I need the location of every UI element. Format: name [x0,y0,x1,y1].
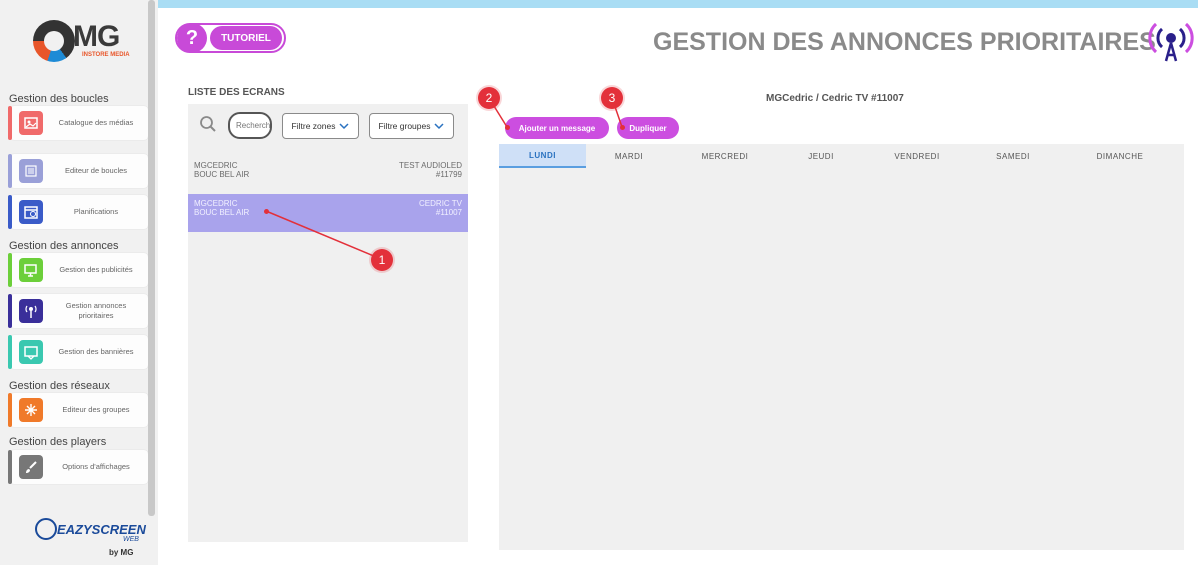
ad-screen-icon [19,258,43,282]
annotation-dot [620,125,625,130]
annotation-marker-2: 2 [478,87,500,109]
section-title-players: Gestion des players [9,436,107,448]
banner-icon [19,340,43,364]
screen-location: BOUC BEL AIR [194,170,250,179]
tab-jeudi[interactable]: JEUDI [778,144,864,168]
search-icon[interactable] [199,115,217,133]
page-title: GESTION DES ANNONCES PRIORITAIRES [653,28,1156,56]
tutoriel-button[interactable]: ? TUTORIEL [175,23,286,53]
footer-by: by MG [109,548,134,557]
sidebar-item-label: Gestion annonces prioritaires [65,301,127,320]
sidebar-item-bannieres[interactable]: Gestion des bannières [8,335,148,369]
screen-list-item-selected[interactable]: MGCEDRIC BOUC BEL AIR CEDRIC TV #11007 [188,194,468,232]
sidebar: MG INSTORE MEDIA Gestion des boucles Cat… [0,0,158,565]
sidebar-item-label: Gestion des bannières [58,347,134,356]
sidebar-item-label: Gestion des publicités [59,265,133,274]
logo-subtitle: INSTORE MEDIA [82,52,130,58]
group-network-icon [19,398,43,422]
screen-location: BOUC BEL AIR [194,208,250,217]
screen-client: MGCEDRIC [194,199,238,208]
calendar-icon [19,200,43,224]
sidebar-item-options-affichages[interactable]: Options d'affichages [8,450,148,484]
sidebar-item-label: Options d'affichages [62,462,130,471]
footer-web: WEB [123,536,139,543]
filter-groups-select[interactable]: Filtre groupes [369,113,454,139]
filter-zones-select[interactable]: Filtre zones [282,113,359,139]
tab-samedi[interactable]: SAMEDI [970,144,1056,168]
screen-id: #11799 [435,170,462,179]
sidebar-scrollbar[interactable] [148,0,155,516]
annotation-marker-3: 3 [601,87,623,109]
annotation-dot [505,125,510,130]
duplicate-button[interactable]: Dupliquer [617,117,679,139]
help-icon: ? [177,23,207,53]
broadcast-icon [1148,22,1194,62]
filter-zones-label: Filtre zones [291,121,336,131]
screens-list-title: LISTE DES ECRANS [188,87,285,98]
eazyscreen-logo: EAZYSCREEN WEB by MG [35,516,146,560]
sidebar-item-catalogue[interactable]: Catalogue des médias [8,106,148,140]
screen-list-item[interactable]: MGCEDRIC BOUC BEL AIR TEST AUDIOLED #117… [188,159,468,197]
tab-lundi[interactable]: LUNDI [499,144,586,168]
sidebar-item-planifications[interactable]: Planifications [8,195,148,229]
annotation-dot [264,209,269,214]
annotation-marker-1: 1 [371,249,393,271]
tab-vendredi[interactable]: VENDREDI [864,144,970,168]
sidebar-item-publicites[interactable]: Gestion des publicités [8,253,148,287]
add-message-button[interactable]: Ajouter un message [505,117,609,139]
brush-icon [19,455,43,479]
section-title-boucles: Gestion des boucles [9,93,109,105]
sidebar-item-annonces-prioritaires[interactable]: Gestion annonces prioritaires [8,294,148,328]
tutoriel-label: TUTORIEL [210,26,282,50]
sidebar-item-editeur-boucles[interactable]: Editeur de boucles [8,154,148,188]
tab-mercredi[interactable]: MERCREDI [672,144,778,168]
section-title-reseaux: Gestion des réseaux [9,380,110,392]
screen-name: TEST AUDIOLED [399,161,462,170]
logo-text: MG [73,20,120,53]
sidebar-item-label: Editeur de boucles [64,166,128,175]
brand-logo[interactable]: MG INSTORE MEDIA [33,18,133,64]
chevron-down-icon [434,123,445,130]
search-input[interactable] [228,112,272,139]
selected-screen-title: MGCedric / Cedric TV #11007 [766,93,904,104]
screen-client: MGCEDRIC [194,161,238,170]
media-catalog-icon [19,111,43,135]
tab-dimanche[interactable]: DIMANCHE [1056,144,1184,168]
sidebar-item-label: Editeur des groupes [62,405,130,414]
screen-id: #11007 [435,208,462,217]
loop-editor-icon [19,159,43,183]
filter-groups-label: Filtre groupes [378,121,431,131]
weekly-schedule: LUNDI MARDI MERCREDI JEUDI VENDREDI SAME… [499,144,1184,550]
chevron-down-icon [339,123,349,130]
broadcast-icon [19,299,43,323]
logo-icon [33,20,75,62]
sidebar-item-label: Planifications [73,207,119,216]
globe-icon [35,518,57,540]
screen-name: CEDRIC TV [419,199,462,208]
tab-mardi[interactable]: MARDI [586,144,672,168]
footer-brand: EAZYSCREEN [57,522,146,537]
sidebar-item-label: Catalogue des médias [58,118,134,127]
sidebar-item-editeur-groupes[interactable]: Editeur des groupes [8,393,148,427]
section-title-annonces: Gestion des annonces [9,240,119,252]
